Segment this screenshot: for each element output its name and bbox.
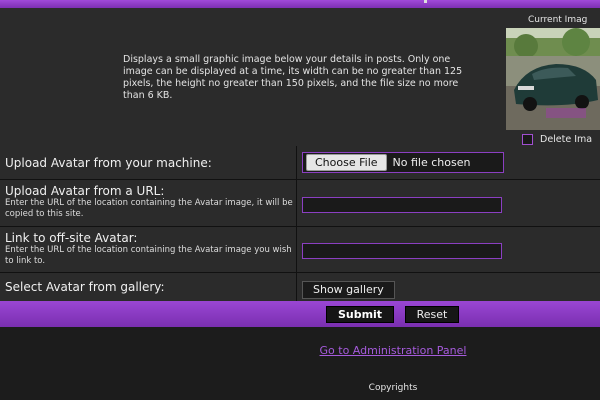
admin-panel-link[interactable]: Go to Administration Panel bbox=[0, 344, 600, 357]
offsite-avatar-row: Link to off-site Avatar: Enter the URL o… bbox=[0, 227, 600, 273]
avatar-description: Displays a small graphic image below you… bbox=[123, 54, 463, 101]
copyright-text: Copyrights bbox=[368, 383, 418, 393]
car-photo-icon bbox=[506, 28, 600, 130]
offsite-avatar-input[interactable] bbox=[302, 242, 502, 259]
upload-machine-label-cell: Upload Avatar from your machine: bbox=[0, 146, 297, 179]
upload-machine-input-cell: Choose File No file chosen bbox=[302, 152, 504, 173]
gallery-label: Select Avatar from gallery: bbox=[5, 280, 165, 294]
show-gallery-button[interactable]: Show gallery bbox=[302, 281, 395, 299]
gallery-label-cell: Select Avatar from gallery: bbox=[0, 273, 297, 301]
choose-file-button[interactable]: Choose File bbox=[306, 154, 387, 171]
upload-url-row: Upload Avatar from a URL: Enter the URL … bbox=[0, 180, 600, 227]
upload-machine-label: Upload Avatar from your machine: bbox=[5, 156, 212, 170]
file-upload-input[interactable]: Choose File No file chosen bbox=[302, 152, 504, 173]
avatar-options-table: Upload Avatar from your machine: Choose … bbox=[0, 146, 600, 302]
top-bar bbox=[0, 0, 600, 8]
gallery-input-cell: Show gallery bbox=[302, 278, 395, 299]
upload-url-label-cell: Upload Avatar from a URL: Enter the URL … bbox=[0, 180, 297, 226]
upload-machine-row: Upload Avatar from your machine: Choose … bbox=[0, 146, 600, 180]
offsite-label-cell: Link to off-site Avatar: Enter the URL o… bbox=[0, 227, 297, 272]
offsite-input-cell bbox=[302, 240, 502, 259]
submit-button[interactable]: Submit bbox=[326, 306, 394, 323]
upload-url-input[interactable] bbox=[302, 196, 502, 213]
gallery-row: Select Avatar from gallery: Show gallery bbox=[0, 273, 600, 302]
upload-url-hint: Enter the URL of the location containing… bbox=[5, 198, 293, 219]
current-avatar-image bbox=[506, 28, 600, 130]
current-image-label: Current Imag bbox=[528, 15, 588, 25]
offsite-avatar-label: Link to off-site Avatar: bbox=[5, 231, 138, 245]
avatar-section: Displays a small graphic image below you… bbox=[0, 8, 600, 147]
form-action-bar: Submit Reset bbox=[0, 301, 600, 327]
delete-image-checkbox[interactable] bbox=[522, 134, 533, 145]
reset-button[interactable]: Reset bbox=[405, 306, 459, 323]
upload-url-input-cell bbox=[302, 194, 502, 213]
delete-image-row[interactable]: Delete Ima bbox=[522, 134, 592, 145]
file-status: No file chosen bbox=[392, 156, 471, 169]
delete-image-label: Delete Ima bbox=[540, 134, 593, 145]
offsite-avatar-hint: Enter the URL of the location containing… bbox=[5, 245, 292, 266]
upload-url-label: Upload Avatar from a URL: bbox=[5, 184, 165, 198]
top-bar-marker bbox=[424, 0, 427, 3]
